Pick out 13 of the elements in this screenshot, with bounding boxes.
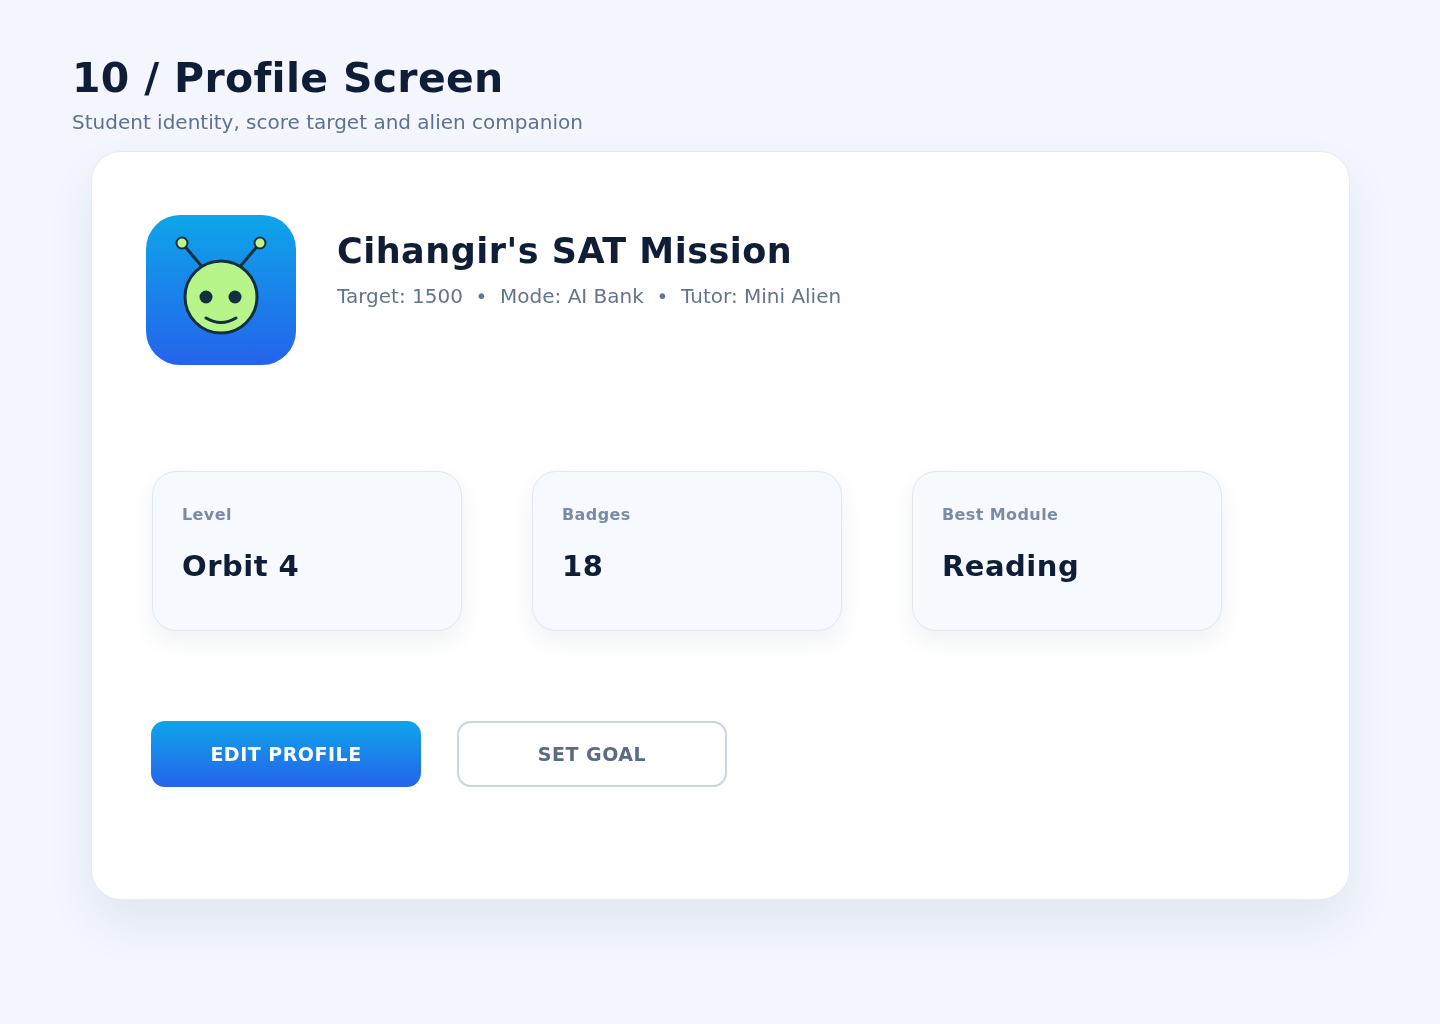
page-subtitle: Student identity, score target and alien companion <box>72 109 583 135</box>
primary-button[interactable]: EDIT PROFILE <box>151 721 421 787</box>
stat-value: 18 <box>562 548 604 584</box>
profile-details: Target: 1500 • Mode: AI Bank • Tutor: Mini Alien <box>337 283 842 309</box>
page-title: 10 / Profile Screen <box>72 53 504 104</box>
alien-avatar-icon <box>146 215 296 365</box>
stat-label: Level <box>182 504 232 526</box>
outline-button[interactable]: SET GOAL <box>457 721 727 787</box>
stat-label: Best Module <box>942 504 1059 526</box>
profile-title: Cihangir's SAT Mission <box>337 230 793 273</box>
stat-label: Badges <box>562 504 631 526</box>
stat-value: Orbit 4 <box>182 548 300 584</box>
stat-value: Reading <box>942 548 1080 584</box>
